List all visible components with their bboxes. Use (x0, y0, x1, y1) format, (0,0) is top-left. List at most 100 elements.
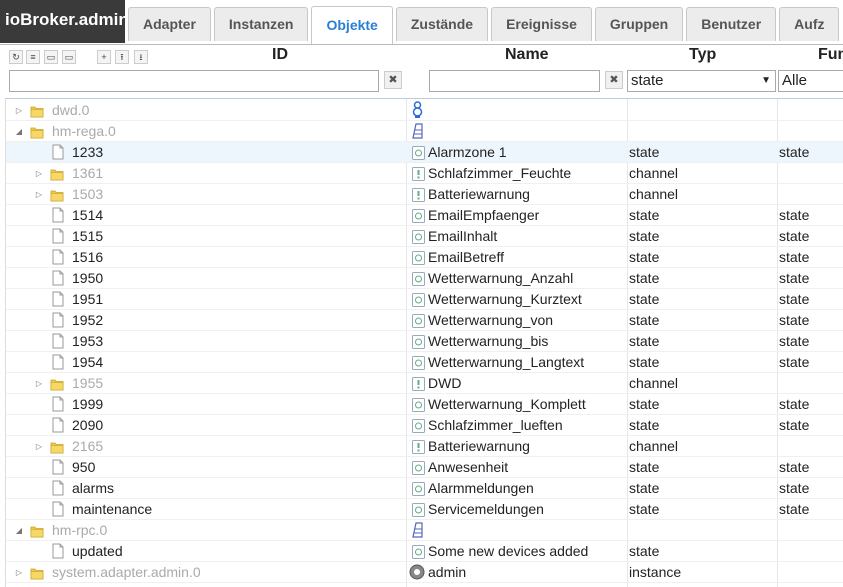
object-id: 1952 (72, 312, 104, 328)
close-icon: ✖ (609, 74, 619, 86)
tree-row[interactable]: ◢ hm-rpc.0 (6, 520, 843, 541)
expand-toggle-icon[interactable]: ▷ (14, 562, 24, 583)
typ-filter-select[interactable]: state ▼ (627, 70, 776, 92)
clear-id-filter-button[interactable]: ✖ (384, 71, 402, 89)
file-icon (52, 333, 64, 349)
id-filter-input[interactable] (9, 70, 379, 92)
tree-row[interactable]: 1516 EmailBetreff state state (6, 247, 843, 268)
object-type: state (629, 144, 660, 160)
tree-row[interactable]: ▷ system.adapter.admin.0 admin instance (6, 562, 843, 583)
tree-row[interactable]: ▷ 1361 Schlafzimmer_Feuchte channel (6, 163, 843, 184)
object-type: state (629, 354, 660, 370)
file-icon (52, 480, 64, 496)
add-button[interactable]: + (97, 50, 111, 64)
file-icon (52, 291, 64, 307)
column-header-name[interactable]: Name (505, 46, 549, 64)
folder-collapse-icon: ▭ (46, 52, 56, 62)
object-id: hm-rpc.0 (52, 522, 108, 538)
tab-zust-nde[interactable]: Zustände (395, 7, 489, 41)
object-type: state (629, 207, 660, 223)
tree-row[interactable]: alarms Alarmmeldungen state state (6, 478, 843, 499)
object-name: Wetterwarnung_Anzahl (428, 270, 574, 286)
tree-row[interactable]: ◢ hm-rega.0 (6, 121, 843, 142)
tab-objekte[interactable]: Objekte (311, 6, 393, 44)
tree-row[interactable]: 1953 Wetterwarnung_bis state state (6, 331, 843, 352)
tree-row[interactable]: ▷ dwd.0 (6, 100, 843, 121)
tree-row[interactable]: ▷ 1955 DWD channel (6, 373, 843, 394)
state-icon (412, 481, 425, 496)
object-name: Wetterwarnung_Langtext (428, 354, 585, 370)
folder-icon (50, 376, 64, 391)
collapse-toggle-icon[interactable]: ◢ (14, 121, 24, 142)
channel-icon (412, 376, 425, 391)
channel-icon (412, 439, 425, 454)
column-header-typ[interactable]: Typ (689, 46, 716, 64)
tree-row[interactable]: 1514 EmailEmpfaenger state state (6, 205, 843, 226)
name-filter-input[interactable] (429, 70, 600, 92)
tab-instanzen[interactable]: Instanzen (213, 7, 309, 41)
object-id: 1516 (72, 249, 104, 265)
list-button[interactable]: ≡ (26, 50, 40, 64)
file-icon (52, 396, 64, 412)
fun-filter-select[interactable]: Alle (778, 70, 843, 92)
object-id: 1953 (72, 333, 104, 349)
chevron-down-icon: ▼ (761, 75, 771, 86)
expand-toggle-icon[interactable]: ▷ (34, 184, 44, 205)
object-function: state (779, 270, 810, 286)
download-button[interactable]: ⭳ (134, 50, 148, 64)
object-type: channel (629, 375, 679, 391)
object-name: Batteriewarnung (428, 438, 530, 454)
column-header-id[interactable]: ID (272, 46, 288, 64)
folder-expand-button[interactable]: ▭ (62, 50, 76, 64)
object-id: maintenance (72, 501, 153, 517)
tree-row[interactable]: 1950 Wetterwarnung_Anzahl state state (6, 268, 843, 289)
expand-toggle-icon[interactable]: ▷ (34, 436, 44, 457)
state-icon (412, 544, 425, 559)
upload-button[interactable]: ⭱ (115, 50, 129, 64)
clear-name-filter-button[interactable]: ✖ (605, 71, 623, 89)
tree-row[interactable]: ▷ 1503 Batteriewarnung channel (6, 184, 843, 205)
folder-icon (50, 187, 64, 202)
state-icon (412, 208, 425, 223)
tab-benutzer[interactable]: Benutzer (686, 7, 777, 41)
folder-expand-icon: ▭ (64, 52, 74, 62)
tree-row[interactable]: ▷ 2165 Batteriewarnung channel (6, 436, 843, 457)
state-icon (412, 313, 425, 328)
object-function: state (779, 291, 810, 307)
tree-row[interactable]: 1952 Wetterwarnung_von state state (6, 310, 843, 331)
refresh-button[interactable]: ↻ (9, 50, 23, 64)
object-function: state (779, 228, 810, 244)
tab-adapter[interactable]: Adapter (128, 7, 211, 41)
tree-row[interactable]: 1954 Wetterwarnung_Langtext state state (6, 352, 843, 373)
object-type: state (629, 396, 660, 412)
object-function: state (779, 312, 810, 328)
tree-row[interactable]: 1233 Alarmzone 1 state state (6, 142, 843, 163)
object-function: state (779, 396, 810, 412)
expand-toggle-icon[interactable]: ▷ (14, 100, 24, 121)
state-icon (412, 145, 425, 160)
state-icon (412, 229, 425, 244)
expand-toggle-icon[interactable]: ▷ (34, 373, 44, 394)
tab-aufz[interactable]: Aufz (779, 7, 840, 41)
list-icon: ≡ (30, 52, 36, 62)
tree-row[interactable]: 1515 EmailInhalt state state (6, 226, 843, 247)
tree-row[interactable]: 950 Anwesenheit state state (6, 457, 843, 478)
object-name: Anwesenheit (428, 459, 509, 475)
file-icon (52, 459, 64, 475)
object-id: 1514 (72, 207, 104, 223)
tree-row[interactable]: updated Some new devices added state (6, 541, 843, 562)
tab-gruppen[interactable]: Gruppen (594, 7, 684, 41)
column-header-fun[interactable]: Fun (818, 46, 843, 64)
top-bar: ioBroker.admin Adapter Instanzen Objekte Zu… (0, 0, 843, 45)
object-name: Schlafzimmer_lueften (428, 417, 563, 433)
tree-row[interactable]: 1951 Wetterwarnung_Kurztext state state (6, 289, 843, 310)
tab-ereignisse[interactable]: Ereignisse (491, 7, 592, 41)
collapse-toggle-icon[interactable]: ◢ (14, 520, 24, 541)
object-type: state (629, 480, 660, 496)
tree-row[interactable]: maintenance Servicemeldungen state state (6, 499, 843, 520)
folder-collapse-button[interactable]: ▭ (44, 50, 58, 64)
expand-toggle-icon[interactable]: ▷ (34, 163, 44, 184)
tree-row[interactable]: 2090 Schlafzimmer_lueften state state (6, 415, 843, 436)
tree-row[interactable]: 1999 Wetterwarnung_Komplett state state (6, 394, 843, 415)
object-type: state (629, 270, 660, 286)
